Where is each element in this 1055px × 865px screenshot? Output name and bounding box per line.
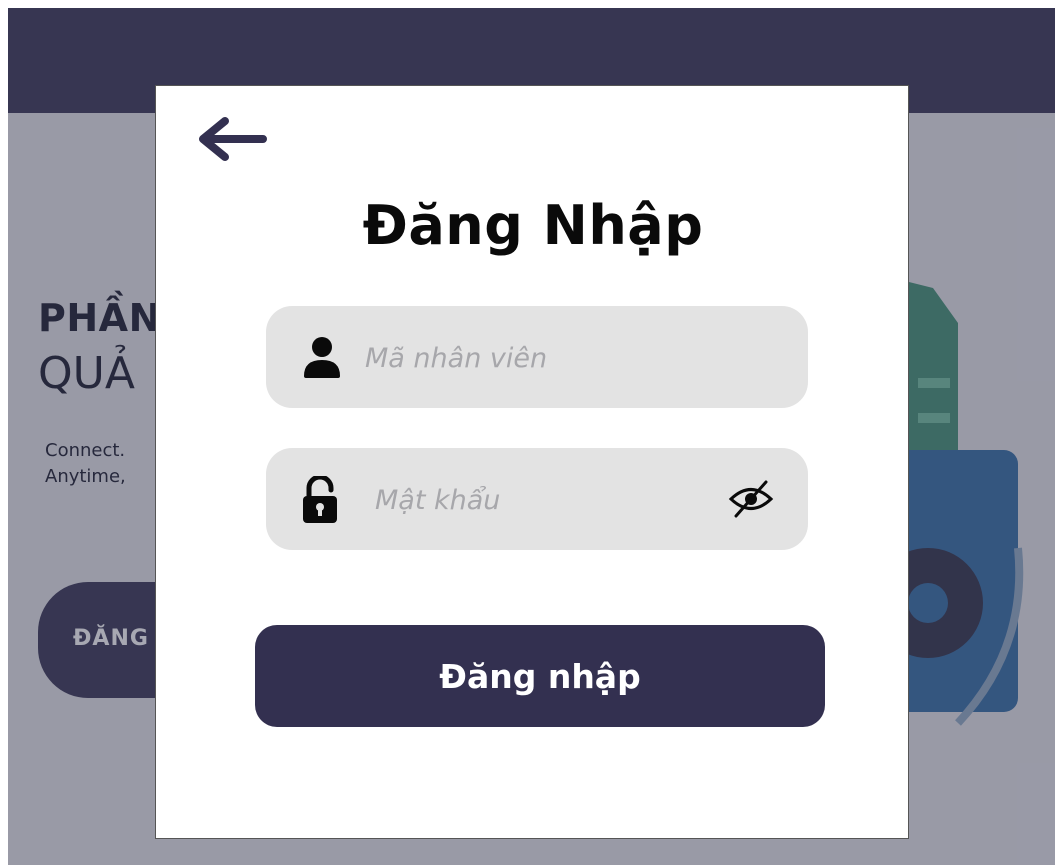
login-title: Đăng Nhập	[362, 194, 704, 257]
employee-id-input[interactable]	[363, 306, 787, 410]
employee-id-field	[266, 306, 808, 410]
login-modal: Đăng Nhập Đăng nhập	[155, 85, 909, 839]
arrow-left-icon	[199, 117, 267, 161]
toggle-password-visibility[interactable]	[726, 476, 776, 522]
unlock-icon	[303, 476, 337, 523]
login-submit-button[interactable]: Đăng nhập	[255, 625, 825, 727]
password-input[interactable]	[373, 448, 717, 552]
user-icon	[304, 337, 340, 378]
back-button[interactable]	[191, 114, 271, 164]
eye-slash-icon	[728, 480, 774, 518]
password-field	[266, 448, 808, 552]
